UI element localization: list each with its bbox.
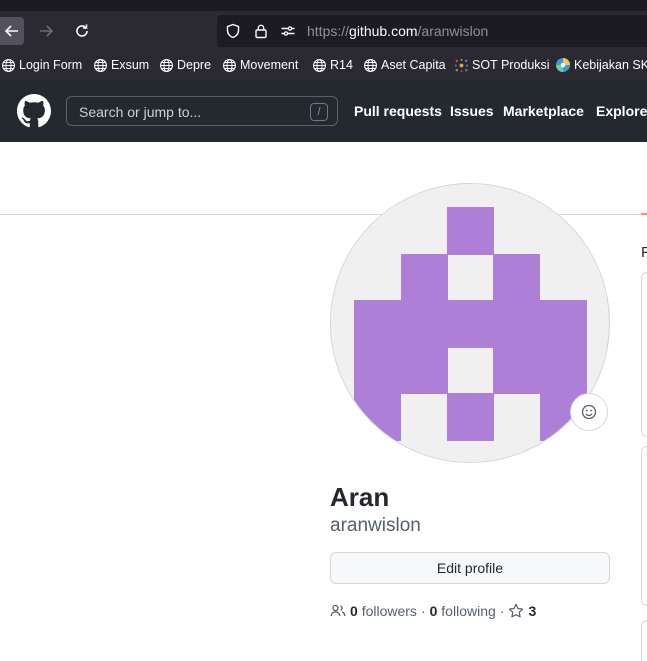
globe-icon — [0, 57, 16, 73]
lock-icon[interactable] — [253, 23, 269, 39]
bookmarks-toolbar: Login Form Exsum Depre Movement R14 Aset… — [0, 51, 647, 81]
following-count: 0 — [429, 603, 438, 619]
stars-count: 3 — [528, 603, 537, 619]
followers-count: 0 — [350, 603, 358, 619]
following-link[interactable]: 0 following — [430, 603, 496, 619]
tracking-shield-icon[interactable] — [225, 23, 241, 39]
bookmark-label: Exsum — [111, 58, 150, 72]
kebijakan-favicon-icon — [555, 57, 571, 73]
bookmark-label: SOT Produksi — [472, 58, 550, 72]
bookmark-movement[interactable]: Movement — [221, 57, 298, 73]
url-prefix: https:// — [307, 23, 350, 39]
globe-icon — [311, 57, 327, 73]
smiley-icon — [581, 404, 597, 420]
active-tab-underline — [641, 213, 647, 215]
globe-icon — [221, 57, 237, 73]
bookmark-login-form[interactable]: Login Form — [0, 57, 82, 73]
back-button[interactable] — [0, 17, 24, 45]
sot-favicon-icon — [453, 57, 469, 73]
bookmark-exsum[interactable]: Exsum — [92, 57, 149, 73]
github-logo-icon[interactable] — [17, 94, 51, 128]
separator-dot: · — [499, 603, 505, 619]
follow-stats: 0 followers · 0 following · 3 — [330, 603, 536, 619]
following-label: following — [441, 603, 496, 619]
search-placeholder: Search or jump to... — [79, 104, 202, 120]
search-input[interactable]: Search or jump to... / — [66, 96, 338, 126]
back-arrow-icon — [4, 25, 18, 37]
address-bar[interactable]: https://github.com/aranwislon — [217, 15, 647, 47]
bookmark-depre[interactable]: Depre — [158, 57, 211, 73]
nav-marketplace[interactable]: Marketplace — [503, 103, 584, 119]
url-host: github.com — [349, 23, 418, 39]
pinned-card[interactable] — [641, 272, 647, 437]
bookmark-aset-capita[interactable]: Aset Capita — [362, 57, 446, 73]
github-header: Search or jump to... / Pull requests Iss… — [0, 81, 647, 142]
url-path: /aranwislon — [417, 23, 489, 39]
bookmark-label: Kebijakan SKK — [574, 58, 647, 72]
bookmark-r14[interactable]: R14 — [311, 57, 353, 73]
people-icon — [330, 604, 346, 617]
bookmark-label: Depre — [177, 58, 212, 72]
separator-dot: · — [420, 603, 426, 619]
reload-button[interactable] — [68, 17, 96, 45]
nav-explore[interactable]: Explore — [596, 103, 647, 119]
pinned-card[interactable] — [641, 620, 647, 661]
stars-link[interactable]: 3 — [508, 603, 536, 619]
profile-username: aranwislon — [330, 515, 421, 536]
bookmark-label: R14 — [330, 58, 353, 72]
identicon-avatar — [331, 184, 609, 462]
avatar[interactable] — [330, 183, 610, 463]
edit-profile-button[interactable]: Edit profile — [330, 552, 610, 584]
globe-icon — [362, 57, 378, 73]
profile-full-name: Aran — [330, 482, 390, 512]
bookmark-label: Aset Capita — [381, 58, 446, 72]
url-text[interactable]: https://github.com/aranwislon — [307, 23, 488, 39]
reload-icon — [76, 24, 88, 37]
globe-icon — [158, 57, 174, 73]
star-icon — [509, 603, 524, 618]
nav-pull-requests[interactable]: Pull requests — [354, 103, 442, 119]
followers-label: followers — [361, 603, 417, 619]
pinned-card[interactable] — [641, 446, 647, 606]
forward-button[interactable] — [32, 17, 60, 45]
bookmark-label: Login Form — [19, 58, 83, 72]
followers-link[interactable]: 0 followers — [350, 603, 417, 619]
nav-issues[interactable]: Issues — [450, 103, 494, 119]
side-panel-heading: P — [641, 244, 647, 261]
set-status-button[interactable] — [570, 393, 608, 431]
globe-icon — [92, 57, 108, 73]
bookmark-label: Movement — [240, 58, 299, 72]
navigation-toolbar: https://github.com/aranwislon — [0, 11, 647, 51]
permissions-icon[interactable] — [280, 23, 296, 39]
bookmark-sot-produksi[interactable]: SOT Produksi — [453, 57, 550, 73]
forward-arrow-icon — [40, 25, 54, 37]
bookmark-kebijakan-skk[interactable]: Kebijakan SKK — [555, 57, 647, 73]
browser-window: https://github.com/aranwislon Login Form… — [0, 0, 647, 661]
search-shortcut-badge: / — [310, 103, 328, 121]
title-strip — [0, 0, 647, 11]
